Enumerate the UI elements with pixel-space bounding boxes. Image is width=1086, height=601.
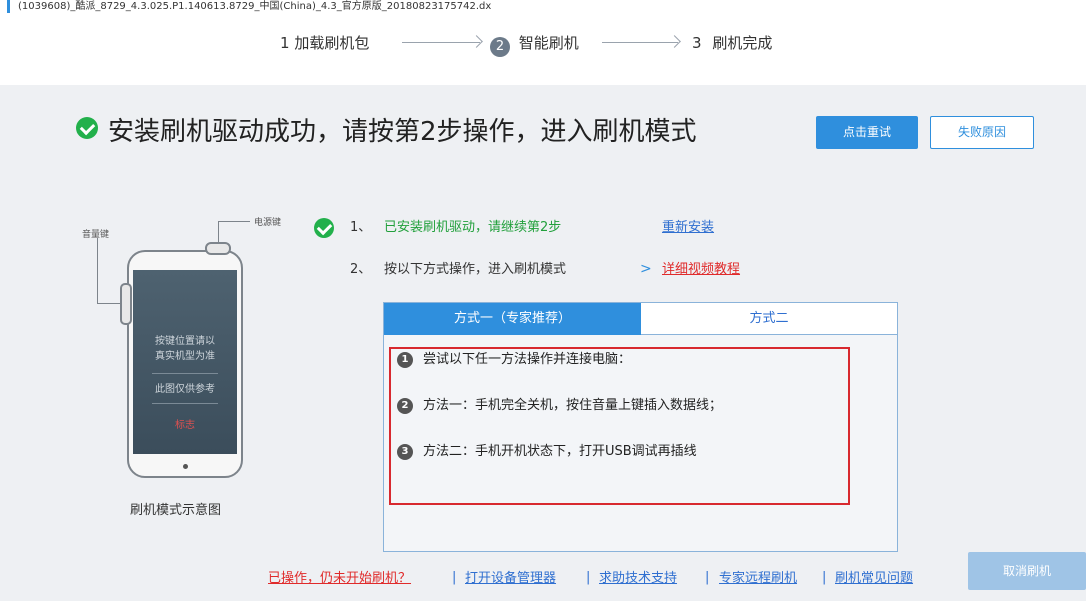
screen-text-line1: 按键位置请以 bbox=[155, 336, 215, 347]
video-tutorial-link[interactable]: 详细视频教程 bbox=[662, 261, 740, 279]
footer-separator-1: | bbox=[452, 570, 457, 585]
screen-red-mark: 标志 bbox=[175, 420, 195, 431]
volume-key-icon bbox=[120, 283, 132, 325]
power-key-icon bbox=[205, 242, 231, 255]
step-3: 3 刷机完成 bbox=[692, 34, 772, 52]
step-arrow-2 bbox=[602, 42, 678, 43]
footer-separator-3: | bbox=[705, 570, 710, 585]
step-2: 2 智能刷机 bbox=[490, 34, 579, 57]
success-check-icon bbox=[76, 117, 98, 139]
step-1-label: 加载刷机包 bbox=[294, 34, 370, 52]
item1-check-icon bbox=[314, 218, 334, 238]
volume-leader-line-h bbox=[97, 303, 120, 304]
power-leader-line-h bbox=[218, 221, 250, 222]
cancel-flash-button[interactable]: 取消刷机 bbox=[968, 552, 1086, 590]
step-arrow-1 bbox=[402, 42, 480, 43]
power-leader-line bbox=[218, 221, 219, 242]
chevron-right-icon: > bbox=[640, 261, 652, 277]
step-3-label: 刷机完成 bbox=[712, 34, 773, 52]
status-headline: 安装刷机驱动成功，请按第2步操作，进入刷机模式 bbox=[76, 114, 697, 150]
screen-note: 此图仅供参考 bbox=[155, 384, 215, 395]
step-3-number: 3 bbox=[692, 34, 702, 52]
highlight-box bbox=[389, 347, 850, 505]
screen-divider bbox=[152, 373, 218, 374]
reinstall-link[interactable]: 重新安装 bbox=[662, 219, 714, 237]
failure-reason-button[interactable]: 失败原因 bbox=[930, 116, 1034, 149]
footer-separator-2: | bbox=[586, 570, 591, 585]
step-2-label: 智能刷机 bbox=[518, 34, 579, 52]
instruction-item-1-number: 1、 bbox=[350, 220, 372, 235]
tab-method-1[interactable]: 方式一（专家推荐） bbox=[384, 303, 641, 335]
step-1-number: 1 bbox=[280, 34, 290, 52]
window-title-bar: (1039608)_酷派_8729_4.3.025.P1.140613.8729… bbox=[0, 0, 1086, 14]
device-manager-link[interactable]: 打开设备管理器 bbox=[465, 570, 556, 588]
step-2-number: 2 bbox=[490, 37, 510, 57]
screen-text-line2: 真实机型为准 bbox=[155, 351, 215, 362]
faq-link[interactable]: 刷机常见问题 bbox=[835, 570, 913, 588]
not-started-link[interactable]: 已操作，仍未开始刷机？ bbox=[268, 570, 411, 588]
instruction-item-2-number: 2、 bbox=[350, 262, 372, 277]
phone-caption: 刷机模式示意图 bbox=[130, 503, 222, 518]
screen-divider-2 bbox=[152, 403, 218, 404]
title-accent-mark bbox=[7, 0, 10, 13]
volume-leader-line bbox=[97, 238, 98, 304]
footer-separator-4: | bbox=[822, 570, 827, 585]
remote-flash-link[interactable]: 专家远程刷机 bbox=[719, 570, 797, 588]
instruction-item-1-text: 已安装刷机驱动，请继续第2步 bbox=[384, 220, 562, 235]
headline-text: 安装刷机驱动成功，请按第2步操作，进入刷机模式 bbox=[108, 117, 697, 147]
home-button-icon bbox=[183, 464, 188, 469]
power-key-label: 电源键 bbox=[254, 218, 282, 228]
tech-support-link[interactable]: 求助技术支持 bbox=[599, 570, 677, 588]
step-1: 1 加载刷机包 bbox=[280, 34, 369, 52]
instruction-item-1 bbox=[314, 218, 334, 245]
instruction-item-2-text: 按以下方式操作，进入刷机模式 bbox=[384, 262, 567, 277]
volume-key-label: 音量键 bbox=[82, 230, 110, 240]
tab-method-2[interactable]: 方式二 bbox=[641, 303, 897, 335]
retry-button[interactable]: 点击重试 bbox=[816, 116, 918, 149]
window-title: (1039608)_酷派_8729_4.3.025.P1.140613.8729… bbox=[18, 1, 492, 12]
